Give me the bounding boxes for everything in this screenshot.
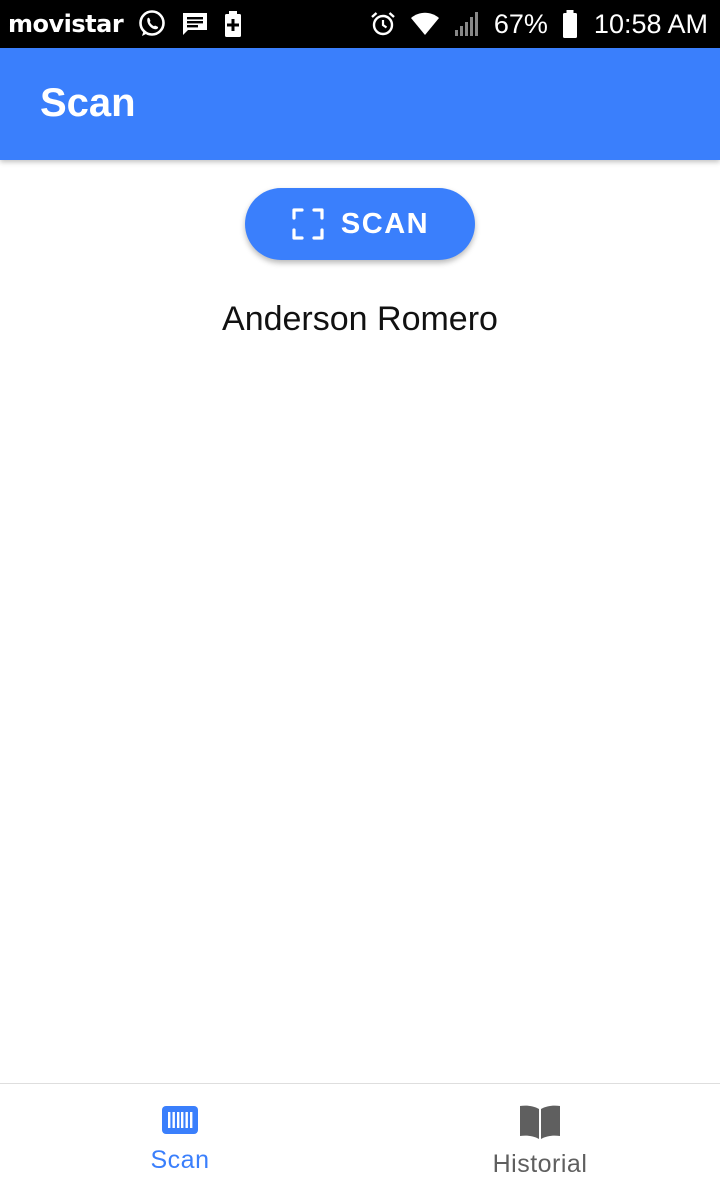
battery-saver-icon xyxy=(223,10,243,38)
page-title: Scan xyxy=(40,80,136,125)
status-right: 67% 10:58 AM xyxy=(370,9,708,40)
status-left: movistar xyxy=(8,9,243,39)
nav-item-scan[interactable]: Scan xyxy=(0,1084,360,1196)
nav-label-historial: Historial xyxy=(492,1150,588,1178)
signal-icon xyxy=(454,11,480,37)
scan-button-label: SCAN xyxy=(340,207,430,240)
barcode-icon xyxy=(161,1104,199,1136)
scan-result-text: Anderson Romero xyxy=(222,300,498,338)
battery-icon xyxy=(562,10,578,38)
scan-button[interactable]: SCAN xyxy=(245,188,475,260)
nav-label-scan: Scan xyxy=(150,1146,210,1174)
whatsapp-icon xyxy=(137,9,167,39)
app-screen: movistar 67% 10:58 AM Scan SCAN Anderson… xyxy=(0,0,720,1196)
carrier-name: movistar xyxy=(8,10,124,38)
wifi-icon xyxy=(410,12,440,36)
message-icon xyxy=(181,11,209,37)
status-bar: movistar 67% 10:58 AM xyxy=(0,0,720,48)
bottom-navigation: Scan Historial xyxy=(0,1083,720,1196)
clock: 10:58 AM xyxy=(593,8,708,39)
nav-item-historial[interactable]: Historial xyxy=(360,1084,720,1196)
alarm-icon xyxy=(370,11,396,37)
app-bar: Scan xyxy=(0,48,720,160)
book-icon xyxy=(518,1104,562,1140)
battery-percent: 67% xyxy=(493,8,548,39)
scan-frame-icon xyxy=(291,207,325,241)
